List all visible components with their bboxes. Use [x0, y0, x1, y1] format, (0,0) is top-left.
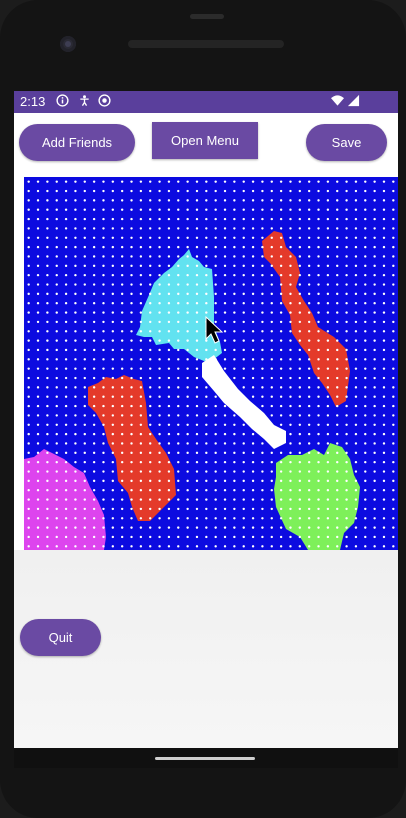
earpiece — [128, 40, 284, 48]
signal-icon — [347, 94, 360, 107]
accessibility-icon — [80, 95, 89, 106]
info-icon — [56, 94, 69, 107]
save-button[interactable]: Save — [306, 124, 387, 161]
drawing-canvas[interactable] — [24, 177, 398, 550]
status-bar: 2:13 — [14, 91, 398, 113]
status-time: 2:13 — [20, 94, 46, 109]
home-gesture-pill[interactable] — [155, 757, 255, 760]
phone-frame: 2:13 Add Friends Open Menu Save Quit — [0, 0, 406, 818]
add-friends-button[interactable]: Add Friends — [19, 124, 135, 161]
front-camera — [60, 36, 76, 52]
notification-icon — [98, 94, 111, 107]
speaker-grille — [190, 14, 224, 19]
wifi-icon — [331, 95, 344, 106]
app-screen: 2:13 Add Friends Open Menu Save Quit — [14, 91, 398, 748]
open-menu-button[interactable]: Open Menu — [152, 122, 258, 159]
quit-button[interactable]: Quit — [20, 619, 101, 656]
pixel-grid[interactable] — [24, 177, 398, 550]
